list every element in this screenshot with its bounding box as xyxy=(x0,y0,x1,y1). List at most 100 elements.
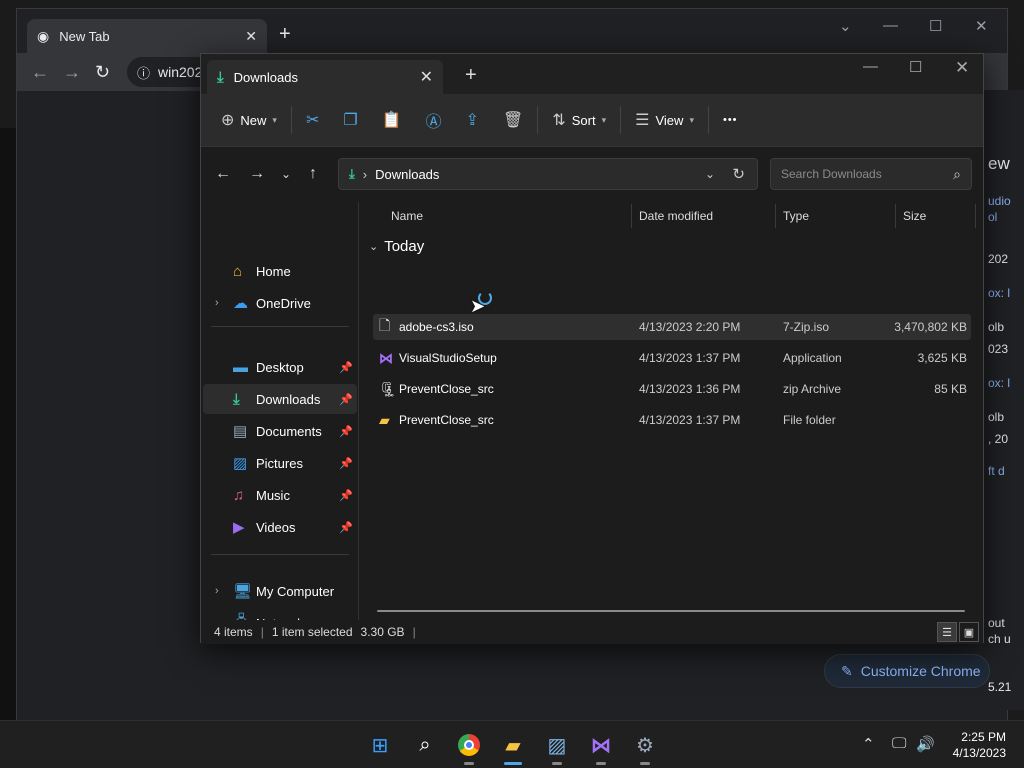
chrome-close-button[interactable]: ✕ xyxy=(975,17,988,35)
column-header-size[interactable]: Size xyxy=(903,202,926,230)
show-hidden-icons-icon[interactable]: ⌃ xyxy=(862,735,875,753)
address-bar[interactable]: ⤓ › Downloads ⌄ ↻ xyxy=(338,158,758,190)
explorer-tab[interactable]: ⤓ Downloads ✕ xyxy=(207,60,443,94)
column-divider[interactable] xyxy=(895,204,896,228)
page-text-fragment: 023 xyxy=(988,342,1009,356)
nav-label: Videos xyxy=(256,519,296,535)
explorer-new-tab-button[interactable]: + xyxy=(465,64,477,87)
explorer-close-button[interactable]: ✕ xyxy=(955,58,969,78)
column-header-name[interactable]: Name xyxy=(391,202,423,230)
tiles-view-button[interactable]: ▣ xyxy=(959,622,979,642)
expand-chevron-icon[interactable]: › xyxy=(215,297,219,309)
file-row[interactable]: ▰ PreventClose_src 4/13/2023 1:37 PM Fil… xyxy=(373,407,971,433)
details-view-button[interactable]: ☰ xyxy=(937,622,957,642)
file-row[interactable]: 🗋 adobe-cs3.iso 4/13/2023 2:20 PM 7-Zip.… xyxy=(373,314,971,340)
nav-item-documents[interactable]: ▤ Documents 📌 xyxy=(203,416,357,446)
search-button[interactable]: ⌕ xyxy=(408,729,442,761)
breadcrumb-chevron-icon[interactable]: › xyxy=(363,167,367,182)
selection-count: 1 item selected xyxy=(271,625,353,639)
chrome-maximize-button[interactable]: ☐ xyxy=(929,17,942,35)
page-text-fragment[interactable]: ft d xyxy=(988,464,1005,478)
new-button[interactable]: ⊕ New ▾ xyxy=(215,102,283,138)
copy-button[interactable]: ❐ xyxy=(337,102,363,138)
volume-icon[interactable]: 🔊 xyxy=(916,735,935,753)
rename-button[interactable]: Ⓐ xyxy=(420,102,448,138)
expand-chevron-icon[interactable]: › xyxy=(215,585,219,597)
chevron-down-icon: ⌄ xyxy=(369,241,379,253)
group-header-today[interactable]: ⌄ Today xyxy=(369,238,424,255)
taskbar: ⊞ ⌕ ▰ ▨ ⋈ ⚙ ⌃ 🖵 🔊 2:25 PM 4/13/2023 xyxy=(0,720,1024,768)
recent-locations-icon[interactable]: ⌄ xyxy=(281,167,291,181)
address-history-icon[interactable]: ⌄ xyxy=(705,167,715,181)
page-text-fragment: out xyxy=(988,616,1005,630)
folder-icon: ▰ xyxy=(505,734,521,757)
taskbar-settings[interactable]: ⚙ xyxy=(628,729,662,765)
site-info-icon[interactable]: ⓘ xyxy=(137,63,150,82)
taskbar-chrome[interactable] xyxy=(452,729,486,765)
delete-button[interactable]: 🗑 xyxy=(497,102,529,138)
back-icon[interactable]: ← xyxy=(215,165,231,183)
zip-archive-icon: 🗜 xyxy=(379,380,397,397)
nav-item-music[interactable]: ♫ Music 📌 xyxy=(203,480,357,510)
breadcrumb-downloads[interactable]: Downloads xyxy=(375,167,439,182)
see-more-button[interactable]: ••• xyxy=(717,102,744,138)
chrome-tab[interactable]: ◉ New Tab ✕ xyxy=(27,19,267,53)
refresh-icon[interactable]: ↻ xyxy=(732,165,745,183)
nav-item-desktop[interactable]: ▬ Desktop 📌 xyxy=(203,352,357,382)
start-button[interactable]: ⊞ xyxy=(363,729,397,761)
nav-item-home[interactable]: ⌂ Home xyxy=(203,256,357,286)
chrome-back-icon[interactable]: ← xyxy=(31,62,49,83)
share-button[interactable]: ⇪ xyxy=(460,102,485,138)
selection-size: 3.30 GB xyxy=(360,625,405,639)
explorer-maximize-button[interactable]: ☐ xyxy=(909,58,922,76)
explorer-tab-title: Downloads xyxy=(233,69,298,85)
paste-button[interactable]: 📋 xyxy=(376,102,408,138)
horizontal-scrollbar[interactable] xyxy=(377,610,965,612)
customize-chrome-button[interactable]: ✎ Customize Chrome xyxy=(824,654,990,688)
network-status-icon[interactable]: 🖵 xyxy=(892,735,906,752)
file-row[interactable]: ⋈ VisualStudioSetup 4/13/2023 1:37 PM Ap… xyxy=(373,345,971,371)
up-icon[interactable]: ↑ xyxy=(309,165,317,183)
nav-label: Pictures xyxy=(256,455,303,471)
chrome-tab-search-icon[interactable]: ⌄ xyxy=(839,17,852,35)
column-header-date[interactable]: Date modified xyxy=(639,202,713,230)
nav-item-pictures[interactable]: ▨ Pictures 📌 xyxy=(203,448,357,478)
chrome-new-tab-button[interactable]: + xyxy=(279,23,291,46)
desktop-edge xyxy=(0,128,16,720)
chrome-minimize-button[interactable]: — xyxy=(883,17,898,34)
file-row[interactable]: 🗜 PreventClose_src 4/13/2023 1:36 PM zip… xyxy=(373,376,971,402)
explorer-minimize-button[interactable]: — xyxy=(863,58,878,75)
page-text-fragment[interactable]: ox: l xyxy=(988,376,1010,390)
page-text-fragment[interactable]: udio xyxy=(988,194,1011,208)
taskbar-visual-studio[interactable]: ⋈ xyxy=(584,729,618,765)
chrome-reload-icon[interactable]: ↻ xyxy=(95,62,110,83)
page-text-fragment[interactable]: ol xyxy=(988,210,997,224)
nav-item-onedrive[interactable]: › ☁ OneDrive xyxy=(203,288,357,318)
taskbar-file-explorer[interactable]: ▰ xyxy=(496,729,530,765)
file-date: 4/13/2023 2:20 PM xyxy=(639,320,741,334)
chrome-tab-close-icon[interactable]: ✕ xyxy=(245,28,257,45)
sort-button[interactable]: ⇅ Sort ▾ xyxy=(546,102,612,138)
plus-circle-icon: ⊕ xyxy=(221,112,235,129)
view-button[interactable]: ☰ View ▾ xyxy=(629,102,700,138)
search-box[interactable]: Search Downloads ⌕ xyxy=(770,158,972,190)
column-divider[interactable] xyxy=(631,204,632,228)
cut-button[interactable]: ✂ xyxy=(300,102,325,138)
taskbar-photos[interactable]: ▨ xyxy=(540,729,574,765)
folder-icon: ▰ xyxy=(379,411,390,428)
file-type: 7-Zip.iso xyxy=(783,320,830,334)
explorer-tab-close-icon[interactable]: ✕ xyxy=(420,67,433,87)
column-header-type[interactable]: Type xyxy=(783,202,809,230)
nav-item-videos[interactable]: ▶ Videos 📌 xyxy=(203,512,357,542)
page-text-fragment[interactable]: ox: l xyxy=(988,286,1010,300)
toolbar-divider xyxy=(537,106,539,134)
nav-item-downloads[interactable]: ⤓ Downloads 📌 xyxy=(203,384,357,414)
clock-date: 4/13/2023 xyxy=(952,746,1006,760)
column-divider[interactable] xyxy=(775,204,776,228)
nav-item-my-computer[interactable]: › 🖥 My Computer xyxy=(203,576,357,606)
column-divider[interactable] xyxy=(975,204,976,228)
clock[interactable]: 2:25 PM 4/13/2023 xyxy=(953,729,1006,761)
forward-icon[interactable]: → xyxy=(249,165,265,183)
chrome-forward-icon[interactable]: → xyxy=(63,62,81,83)
tiles-view-icon: ▣ xyxy=(963,626,975,639)
